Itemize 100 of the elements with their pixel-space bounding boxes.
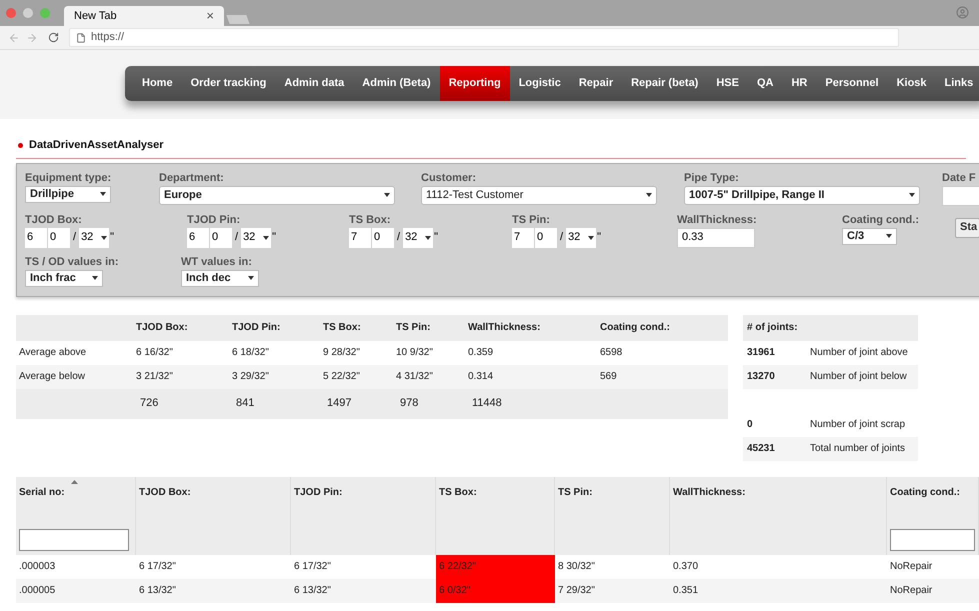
column-header: TJOD Box: — [136, 322, 188, 333]
column-header: TS Box: — [323, 322, 361, 333]
user-icon[interactable] — [956, 6, 969, 19]
maximize-window-icon[interactable] — [40, 8, 50, 18]
whole-field[interactable]: 6 — [25, 228, 47, 248]
sort-arrow-icon[interactable] — [71, 480, 78, 484]
start-button[interactable]: Sta — [955, 218, 979, 238]
nav-item[interactable]: Kiosk — [888, 66, 936, 101]
nav-item[interactable]: Reporting — [440, 66, 510, 101]
table-cell-text: 6 13/32" — [138, 584, 177, 598]
nav-item[interactable]: Logistic — [510, 66, 570, 101]
row-label: Average above — [19, 347, 86, 358]
table-cell: 10 9/32" — [396, 347, 433, 358]
new-tab-button[interactable] — [226, 15, 250, 24]
joint-count: 45231 — [747, 443, 775, 454]
column-header: TJOD Pin: — [232, 322, 280, 333]
whole-field[interactable]: 6 — [187, 228, 209, 248]
close-window-icon[interactable] — [6, 8, 16, 18]
nav-item[interactable]: Admin data — [275, 66, 354, 101]
caret-icon — [588, 236, 594, 240]
column-header[interactable]: WallThickness: — [673, 484, 886, 502]
field-label: Coating cond.: — [842, 214, 919, 226]
total-cell: 726 — [140, 397, 158, 410]
table-cell: 6 18/32" — [232, 347, 269, 358]
field-label: WT values in: — [181, 256, 252, 268]
total-cell: 11448 — [472, 397, 502, 410]
dropdown[interactable]: 1007-5" Drillpipe, Range II — [684, 186, 920, 204]
field-label: TJOD Pin: — [187, 214, 240, 226]
nav-item[interactable]: Links — [936, 66, 979, 101]
inch-mark: " — [272, 230, 276, 246]
slash: / — [72, 230, 78, 246]
table-cell-text: .000003 — [18, 560, 56, 574]
slash: / — [234, 230, 240, 246]
panel-title: DataDrivenAssetAnalyser — [29, 138, 164, 153]
table-cell-text: NoRepair — [889, 560, 934, 574]
numerator-field[interactable]: 0 — [210, 228, 232, 248]
column-header[interactable]: TS Box: — [439, 484, 554, 502]
nav-item[interactable]: Personnel — [816, 66, 888, 101]
minimize-window-icon[interactable] — [23, 8, 33, 18]
joint-label: Total number of joints — [810, 442, 906, 456]
filter-field[interactable] — [890, 528, 975, 550]
numerator-field[interactable]: 0 — [535, 228, 557, 248]
nav-item[interactable]: Home — [133, 66, 182, 101]
caret-icon — [92, 276, 98, 280]
dropdown[interactable]: Inch frac — [25, 270, 103, 286]
back-icon[interactable] — [8, 32, 20, 44]
nav-item[interactable]: HR — [782, 66, 816, 101]
filter-field[interactable] — [19, 528, 129, 550]
nav-item[interactable]: Order tracking — [182, 66, 276, 101]
address-bar[interactable]: https:// — [69, 28, 899, 47]
whole-field[interactable]: 7 — [349, 228, 371, 248]
caret-icon — [646, 193, 652, 197]
table-cell: 569 — [600, 371, 617, 382]
caret-icon — [248, 276, 254, 280]
field-label: Date F — [942, 172, 976, 184]
column-header[interactable]: Serial no: — [19, 484, 135, 502]
browser-tab[interactable]: New Tab × — [64, 6, 224, 26]
column-header[interactable]: TS Pin: — [558, 484, 669, 502]
slash: / — [396, 230, 402, 246]
denominator-dropdown[interactable]: 32 — [79, 228, 110, 248]
table-cell: 5 22/32" — [323, 371, 360, 382]
numerator-field[interactable]: 0 — [48, 228, 70, 248]
table-cell-text: 0.370 — [672, 560, 700, 574]
column-header[interactable]: Coating cond.: — [890, 484, 978, 502]
dropdown[interactable]: C/3 — [842, 228, 897, 244]
caret-icon — [101, 236, 108, 240]
column-header[interactable]: TJOD Pin: — [294, 484, 435, 502]
field-label: TJOD Box: — [25, 214, 82, 226]
nav-item[interactable]: Repair — [570, 66, 622, 101]
total-cell: 1497 — [327, 397, 352, 410]
denominator-dropdown[interactable]: 32 — [403, 228, 434, 248]
table-cell: 9 28/32" — [323, 347, 360, 358]
joint-label: Number of joint above — [810, 346, 908, 360]
table-cell: 6 0/32" — [436, 578, 555, 602]
joint-count: 0 — [747, 419, 753, 430]
table-cell: 4 31/32" — [396, 371, 433, 382]
field-label: Equipment type: — [25, 172, 112, 184]
nav-item[interactable]: HSE — [707, 66, 748, 101]
nav-item[interactable]: Repair (beta) — [622, 66, 708, 101]
denominator-dropdown[interactable]: 32 — [566, 228, 596, 248]
row-label: Average below — [19, 371, 85, 382]
whole-field[interactable]: 7 — [512, 228, 534, 248]
slash: / — [559, 230, 564, 246]
table-cell: 6 16/32" — [136, 347, 173, 358]
dropdown[interactable]: Inch dec — [181, 270, 259, 286]
inch-mark: " — [110, 230, 114, 246]
nav-item[interactable]: Admin (Beta) — [353, 66, 440, 101]
field-label: TS / OD values in: — [25, 256, 119, 268]
numerator-field[interactable]: 0 — [372, 228, 394, 248]
table-cell: 3 21/32" — [136, 371, 173, 382]
denominator-dropdown[interactable]: 32 — [241, 228, 272, 248]
dropdown[interactable]: Drillpipe — [25, 186, 111, 202]
total-cell: 978 — [400, 397, 418, 410]
dropdown[interactable]: Europe — [159, 186, 395, 204]
nav-item[interactable]: QA — [748, 66, 782, 101]
text-field[interactable]: 0.33 — [677, 228, 755, 248]
reload-icon[interactable] — [48, 32, 59, 43]
dropdown[interactable]: 1112-Test Customer — [421, 186, 657, 204]
column-header[interactable]: TJOD Box: — [139, 484, 290, 502]
forward-icon[interactable] — [26, 32, 38, 44]
